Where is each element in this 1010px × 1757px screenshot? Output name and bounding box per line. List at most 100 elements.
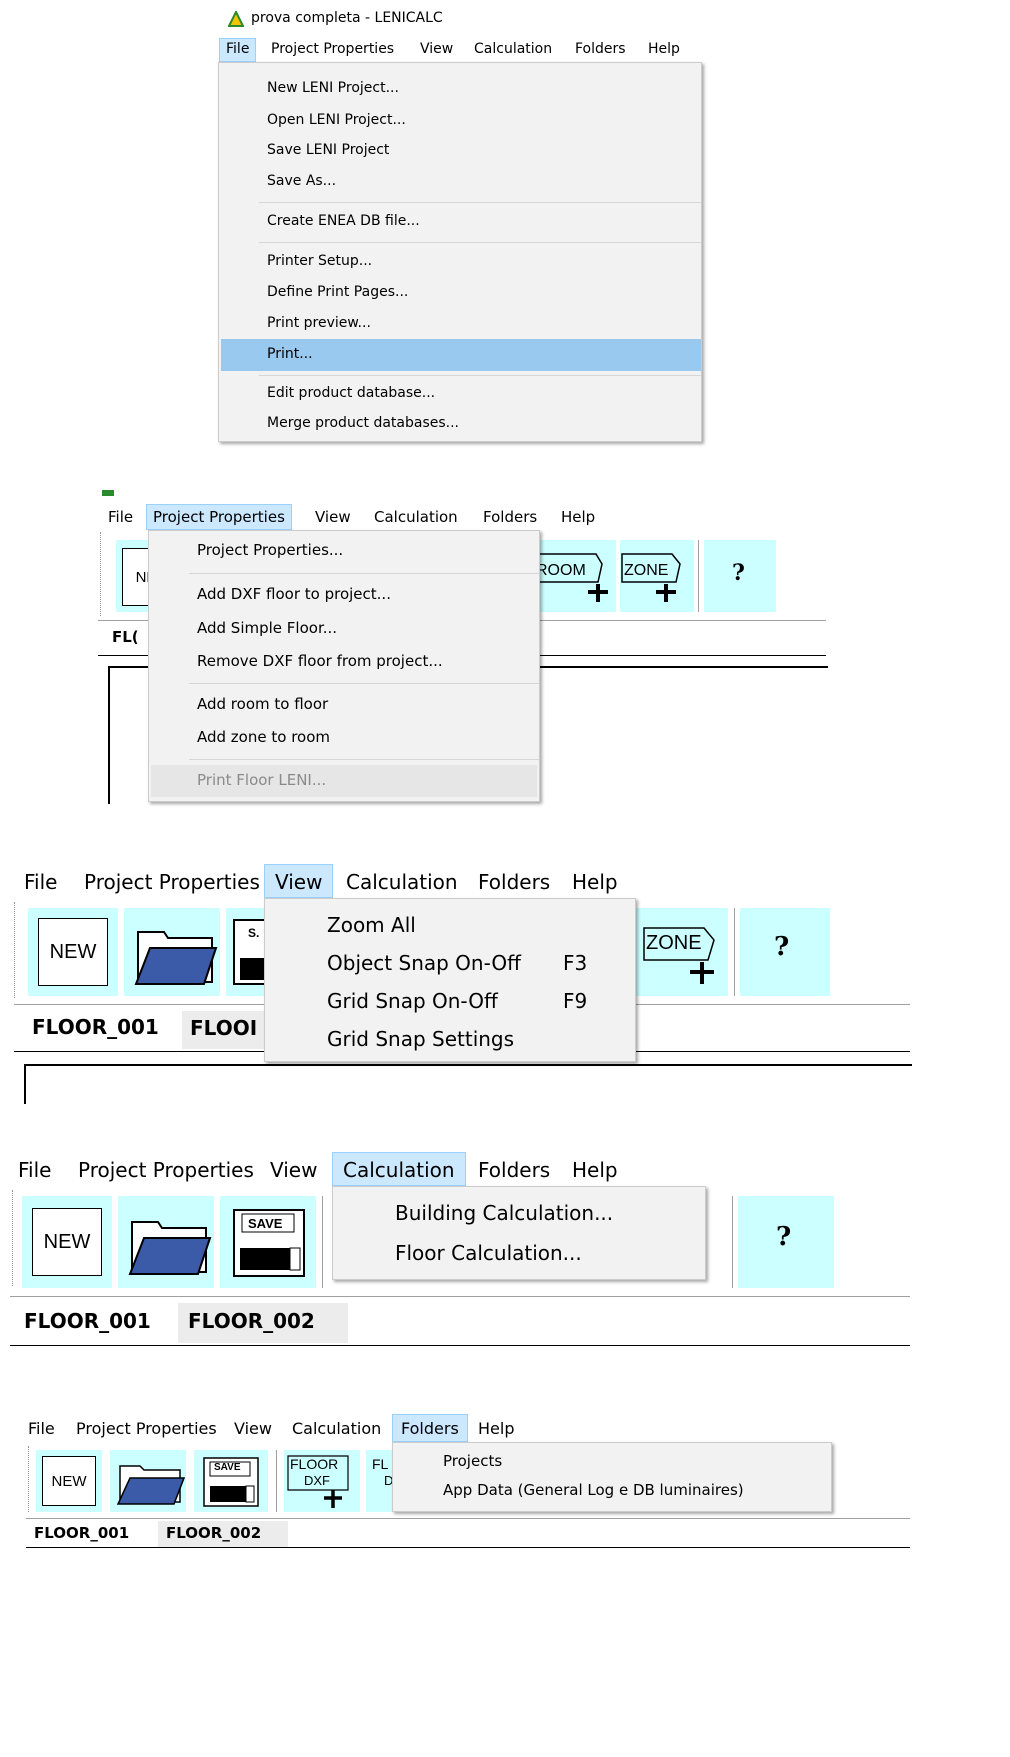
tab-floor-002-bg[interactable]: FLOOR_002 — [158, 1521, 288, 1547]
file-printer-setup[interactable]: Printer Setup... — [267, 253, 372, 269]
menu-help[interactable]: Help — [572, 870, 618, 894]
file-print: Print... — [267, 346, 313, 362]
grid-snap-item[interactable]: Grid Snap On-Off — [327, 989, 498, 1013]
menubar: File Project Properties View Calculation… — [96, 504, 826, 530]
menu-help[interactable]: Help — [648, 41, 680, 57]
file-print-preview[interactable]: Print preview... — [267, 315, 371, 331]
menu-file[interactable]: File — [28, 1419, 55, 1438]
menu-folders[interactable]: Folders — [575, 41, 626, 57]
print-floor-row[interactable]: Print Floor LENI... — [151, 765, 537, 797]
project-dropdown: Project Properties... Add DXF floor to p… — [148, 530, 540, 802]
grid-settings-item[interactable]: Grid Snap Settings — [327, 1027, 514, 1051]
title-bar: prova completa - LENICALC — [218, 0, 702, 38]
new-button[interactable]: NEW — [22, 1196, 112, 1288]
app-data-folder-item[interactable]: App Data (General Log e DB luminaires) — [443, 1481, 744, 1499]
tab-floor-001[interactable]: FLOOR_001 — [32, 1015, 159, 1039]
building-calculation-item[interactable]: Building Calculation... — [395, 1201, 613, 1225]
menu-calculation[interactable]: Calculation — [474, 41, 552, 57]
dxf-label: DXF — [304, 1473, 330, 1488]
tab-floor-002-bg[interactable]: FLOOR_002 — [178, 1303, 348, 1343]
tab-strip: FLOOR_001 FLOOR_002 — [10, 1296, 910, 1346]
file-open-project[interactable]: Open LENI Project... — [267, 112, 406, 128]
new-button[interactable]: NEW — [36, 1450, 102, 1512]
menu-project-properties[interactable]: Project Properties — [146, 504, 292, 530]
menu-calculation[interactable]: Calculation — [374, 508, 458, 526]
grid-snap-shortcut: F9 — [563, 989, 588, 1013]
toolbar-grip[interactable] — [28, 1446, 31, 1512]
file-print-highlight[interactable]: Print... — [221, 339, 701, 371]
add-zone-button[interactable]: ZONE — [634, 908, 728, 996]
separator — [259, 242, 701, 243]
help-button[interactable]: ? — [740, 908, 830, 996]
tab-strip: FLOOR_001 FLOOR_002 — [26, 1518, 910, 1548]
save-button[interactable]: SAVE — [194, 1450, 268, 1512]
menu-project-properties[interactable]: Project Properties — [271, 41, 394, 57]
toolbar-separator — [322, 1196, 323, 1288]
save-button[interactable]: SAVE — [220, 1196, 316, 1288]
menu-view[interactable]: View — [264, 864, 334, 898]
add-room-button[interactable]: ROOM — [536, 540, 616, 612]
menu-file[interactable]: File — [108, 508, 133, 526]
menu-file[interactable]: File — [18, 1158, 51, 1182]
tab-floor-001[interactable]: FLOOR_001 — [34, 1524, 129, 1542]
menubar: File Project Properties View Calculation… — [0, 1414, 910, 1442]
menu-calculation[interactable]: Calculation — [292, 1419, 381, 1438]
file-create-enea[interactable]: Create ENEA DB file... — [267, 213, 420, 229]
drawing-canvas[interactable] — [24, 1064, 912, 1104]
add-dxf-floor-item[interactable]: Add DXF floor to project... — [197, 585, 391, 603]
menu-help[interactable]: Help — [572, 1158, 618, 1182]
tab-floor-001[interactable]: FLOOR_001 — [24, 1309, 151, 1333]
menu-help[interactable]: Help — [561, 508, 595, 526]
menu-view[interactable]: View — [315, 508, 351, 526]
menu-help[interactable]: Help — [478, 1419, 514, 1438]
floor-dxf-button[interactable]: FLOOR DXF — [284, 1450, 360, 1512]
projects-folder-item[interactable]: Projects — [443, 1452, 502, 1470]
zoom-all-item[interactable]: Zoom All — [327, 913, 416, 937]
new-button[interactable]: NEW — [28, 908, 118, 996]
toolbar-grip[interactable] — [12, 1190, 15, 1286]
menu-folders[interactable]: Folders — [478, 870, 550, 894]
add-zone-item[interactable]: Add zone to room — [197, 728, 330, 746]
toolbar-grip[interactable] — [14, 902, 17, 998]
file-dropdown: New LENI Project... Open LENI Project...… — [218, 62, 702, 442]
tab-floor-001[interactable]: FL( — [112, 628, 139, 646]
menu-project-properties[interactable]: Project Properties — [84, 870, 260, 894]
open-button[interactable] — [118, 1196, 214, 1288]
menu-calculation[interactable]: Calculation — [346, 870, 458, 894]
file-save-as[interactable]: Save As... — [267, 173, 336, 189]
menu-file[interactable]: File — [24, 870, 57, 894]
help-icon: ? — [776, 1222, 792, 1252]
floor-dxf2-button[interactable]: FL D — [366, 1450, 393, 1512]
add-room-item[interactable]: Add room to floor — [197, 695, 328, 713]
toolbar-grip[interactable] — [100, 532, 103, 616]
menu-project-properties[interactable]: Project Properties — [78, 1158, 254, 1182]
open-button[interactable] — [110, 1450, 186, 1512]
add-zone-button[interactable]: ZONE — [620, 540, 694, 612]
file-merge-db[interactable]: Merge product databases... — [267, 415, 459, 431]
help-button[interactable]: ? — [738, 1196, 834, 1288]
menu-view[interactable]: View — [234, 1419, 272, 1438]
help-icon: ? — [732, 560, 745, 586]
menu-folders[interactable]: Folders — [478, 1158, 550, 1182]
menu-view[interactable]: View — [270, 1158, 317, 1182]
menu-file[interactable]: File — [219, 38, 257, 62]
file-save-project[interactable]: Save LENI Project — [267, 142, 389, 158]
object-snap-item[interactable]: Object Snap On-Off — [327, 951, 521, 975]
project-properties-item[interactable]: Project Properties... — [197, 541, 343, 559]
save-label: SAVE — [248, 1216, 283, 1231]
menu-folders[interactable]: Folders — [483, 508, 537, 526]
zone-icon — [621, 553, 681, 602]
remove-dxf-floor-item[interactable]: Remove DXF floor from project... — [197, 652, 443, 670]
toolbar-separator — [732, 1196, 733, 1288]
help-button[interactable]: ? — [704, 540, 776, 612]
file-define-print-pages[interactable]: Define Print Pages... — [267, 284, 408, 300]
add-simple-floor-item[interactable]: Add Simple Floor... — [197, 619, 337, 637]
file-edit-db[interactable]: Edit product database... — [267, 385, 435, 401]
menu-project-properties[interactable]: Project Properties — [76, 1419, 217, 1438]
menu-folders[interactable]: Folders — [392, 1414, 468, 1442]
menu-view[interactable]: View — [420, 41, 453, 57]
floor-calculation-item[interactable]: Floor Calculation... — [395, 1241, 582, 1265]
menu-calculation[interactable]: Calculation — [332, 1152, 466, 1186]
file-new-project[interactable]: New LENI Project... — [267, 80, 399, 96]
open-button[interactable] — [124, 908, 220, 996]
